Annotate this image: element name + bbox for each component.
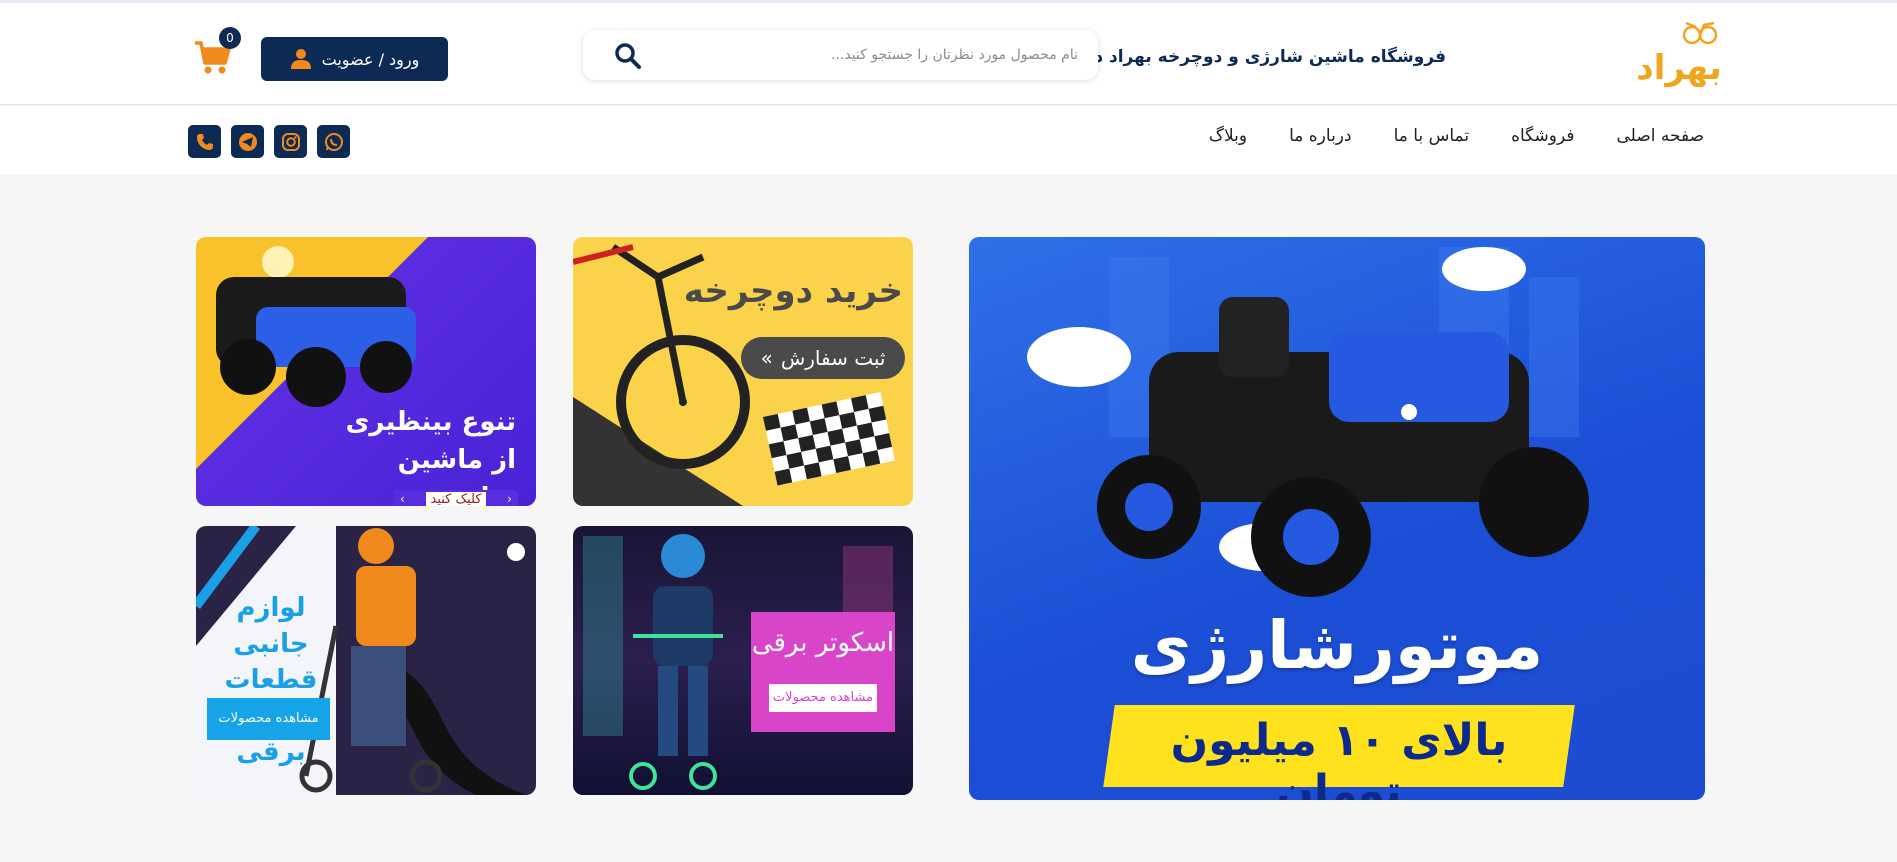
- double-chevron-icon: »: [760, 346, 773, 370]
- main-banner-title: موتورشارژی: [1130, 607, 1544, 684]
- scooter-banner-title: اسکوتر برقی: [751, 628, 895, 658]
- car-click-button[interactable]: ‹ کلیک کنید ›: [394, 490, 518, 506]
- social-links: [188, 125, 350, 158]
- nav-menu: صفحه اصلی فروشگاه تماس با ما درباره ما و…: [1209, 126, 1704, 146]
- banner-electric-motorbike[interactable]: موتورشارژی بالای ۱۰ میلیون تومان: [969, 237, 1705, 800]
- main-banner-subtitle: بالای ۱۰ میلیون تومان: [1170, 715, 1508, 800]
- logo-text: بهراد: [1636, 48, 1721, 87]
- nav-item-contact[interactable]: تماس با ما: [1394, 126, 1470, 146]
- car-click-label: کلیک کنید: [426, 491, 486, 506]
- search-input[interactable]: [653, 38, 1078, 72]
- bike-order-label: ثبت سفارش: [780, 346, 886, 370]
- site-title: فروشگاه ماشین شارژی و دوچرخه بهراد در شی…: [1028, 47, 1446, 67]
- cart-count-badge: 0: [219, 27, 241, 49]
- nav-item-shop[interactable]: فروشگاه: [1511, 126, 1574, 146]
- main-navigation: صفحه اصلی فروشگاه تماس با ما درباره ما و…: [0, 106, 1897, 174]
- brand-logo[interactable]: بهراد: [1634, 21, 1724, 87]
- search-icon[interactable]: [613, 41, 643, 69]
- search-bar: [583, 30, 1098, 80]
- bike-banner-title: خرید دوچرخه: [683, 271, 903, 311]
- login-label: ورود / عضویت: [321, 49, 420, 69]
- banner-electric-cars[interactable]: تنوع بینظیری از ماشین شارژی ‹ کلیک کنید …: [196, 237, 536, 506]
- bike-order-button[interactable]: ثبت سفارش »: [741, 337, 905, 379]
- banner-electric-scooter[interactable]: اسکوتر برقی مشاهده محصولات: [573, 526, 913, 795]
- banner-buy-bicycle[interactable]: خرید دوچرخه ثبت سفارش »: [573, 237, 913, 506]
- nav-item-blog[interactable]: وبلاگ: [1209, 126, 1247, 146]
- instagram-icon[interactable]: [274, 125, 307, 158]
- user-icon: [290, 48, 312, 70]
- parts-view-products-button[interactable]: مشاهده محصولات: [207, 698, 330, 740]
- nav-item-home[interactable]: صفحه اصلی: [1617, 126, 1704, 146]
- chevron-left-icon: ‹: [400, 492, 405, 506]
- parts-title-line1: لوازم جانبی: [233, 593, 309, 659]
- car-title-line1: تنوع بینظیری: [345, 407, 516, 437]
- scooter-panel: اسکوتر برقی مشاهده محصولات: [751, 612, 895, 732]
- parts-banner-title: لوازم جانبی قطعات اسکوتر برقی: [206, 590, 336, 770]
- whatsapp-icon[interactable]: [317, 125, 350, 158]
- banner-scooter-parts[interactable]: لوازم جانبی قطعات اسکوتر برقی مشاهده محص…: [196, 526, 536, 795]
- parts-title-line2: قطعات: [224, 665, 318, 695]
- chevron-right-icon: ›: [507, 492, 512, 506]
- nav-item-about[interactable]: درباره ما: [1289, 126, 1352, 146]
- site-header: بهراد فروشگاه ماشین شارژی و دوچرخه بهراد…: [0, 3, 1897, 105]
- telegram-icon[interactable]: [231, 125, 264, 158]
- login-register-button[interactable]: ورود / عضویت: [261, 37, 448, 81]
- scooter-view-products-button[interactable]: مشاهده محصولات: [769, 684, 877, 712]
- phone-icon[interactable]: [188, 125, 221, 158]
- cart-button[interactable]: 0: [193, 27, 241, 77]
